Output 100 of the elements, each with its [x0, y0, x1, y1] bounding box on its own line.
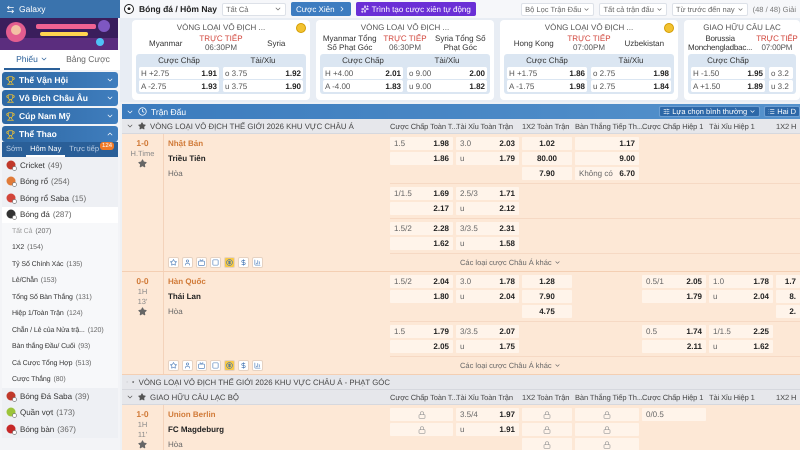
- odds-button[interactable]: 1.79: [642, 290, 706, 303]
- odds-button[interactable]: 2.05: [390, 340, 453, 353]
- odds-button[interactable]: u 9.00 1.82: [407, 80, 487, 92]
- chart-icon[interactable]: [252, 360, 263, 371]
- odds-button[interactable]: 7.90: [522, 167, 572, 180]
- sport-item[interactable]: Bóng Đá Saba (39): [2, 388, 118, 404]
- odds-button[interactable]: 2.17: [390, 202, 453, 215]
- odds-button[interactable]: 3.0 1.78: [456, 275, 519, 288]
- square-icon[interactable]: [210, 360, 221, 371]
- odds-button[interactable]: o 3.75 1.92: [223, 67, 303, 79]
- odds-button[interactable]: 1.62: [390, 237, 453, 250]
- odds-button[interactable]: 2.: [776, 305, 800, 318]
- odds-button[interactable]: 1.5 1.98: [390, 137, 453, 150]
- odds-button[interactable]: u 2.04: [709, 290, 773, 303]
- sport-item[interactable]: Cricket (49): [2, 157, 118, 174]
- odds-button[interactable]: A +1.50 1.89: [691, 80, 765, 92]
- odds-button[interactable]: 4.75: [522, 305, 572, 318]
- sport-item[interactable]: Bóng đá (287): [2, 206, 118, 223]
- sport-item[interactable]: Quần vợt (173): [2, 404, 118, 421]
- lock-icon: [418, 426, 426, 434]
- odds-button[interactable]: u 1.79: [456, 152, 519, 165]
- category-header[interactable]: Cúp Nam Mỹ: [2, 108, 118, 124]
- odds-button[interactable]: u 3.2: [769, 80, 793, 92]
- tv-icon[interactable]: [196, 257, 207, 268]
- team-name: Hàn Quốc: [168, 276, 207, 288]
- odds-button[interactable]: u 1.58: [456, 237, 519, 250]
- odds-button[interactable]: 7.90: [522, 290, 572, 303]
- star-icon[interactable]: [138, 122, 146, 130]
- sport-item[interactable]: Bóng rổ Saba (15): [2, 190, 118, 206]
- odds-button[interactable]: 1.5 1.79: [390, 325, 453, 338]
- odds-button[interactable]: H +2.75 1.91: [139, 67, 219, 79]
- odds-button[interactable]: A -2.75 1.93: [139, 80, 219, 92]
- sidebar-tab[interactable]: Bảng Cược: [60, 50, 116, 70]
- odds-button[interactable]: 3/3.5 2.31: [456, 222, 519, 235]
- odds-button[interactable]: 3/3.5 2.07: [456, 325, 519, 338]
- trophy-icon: [6, 94, 15, 102]
- odds-button[interactable]: 1.0 1.78: [709, 275, 773, 288]
- odds-button[interactable]: H -1.50 1.95: [691, 67, 765, 79]
- star-icon[interactable]: [138, 440, 147, 449]
- parlay-button[interactable]: Cược Xiên: [290, 2, 351, 16]
- odds-button[interactable]: 1/1.5 2.25: [709, 325, 773, 338]
- category-header[interactable]: Vô Địch Châu Âu: [2, 90, 118, 106]
- odds-button[interactable]: A -1.75 1.98: [507, 80, 587, 92]
- coin-icon[interactable]: [224, 257, 235, 268]
- odds-button[interactable]: 1/1.5 1.69: [390, 187, 453, 200]
- swap-icon[interactable]: [6, 4, 15, 14]
- odds-button[interactable]: 0.5 1.74: [642, 325, 706, 338]
- odds-button[interactable]: 9.00: [575, 152, 639, 165]
- home-team: Myanmar: [148, 38, 184, 48]
- sidebar-tab[interactable]: Phiếu: [4, 50, 60, 70]
- odds-button[interactable]: Không có 6.70: [575, 167, 639, 180]
- square-icon[interactable]: [210, 257, 221, 268]
- sport-item[interactable]: Bóng rổ (254): [2, 174, 118, 190]
- odds-button[interactable]: 1.80: [390, 290, 453, 303]
- coin-icon[interactable]: [224, 360, 235, 371]
- odds-button[interactable]: 2.11: [642, 340, 706, 353]
- odds-button[interactable]: H +4.00 2.01: [323, 67, 403, 79]
- sport-item[interactable]: Bóng bàn (367): [2, 421, 118, 438]
- lock-icon: [603, 426, 611, 434]
- trophy-icon: [6, 76, 15, 84]
- builder-button[interactable]: Trình tạo cược xiên tự động: [356, 2, 476, 16]
- dollar-icon[interactable]: [238, 257, 249, 268]
- odds-button[interactable]: 3.5/4 1.97: [456, 408, 519, 421]
- person-icon[interactable]: [182, 360, 193, 371]
- odds-button[interactable]: 1.7: [776, 275, 800, 288]
- odds-button[interactable]: 1.5/2 2.28: [390, 222, 453, 235]
- lock-icon: [543, 426, 551, 434]
- odds-button[interactable]: u 1.62: [709, 340, 773, 353]
- odds-button[interactable]: H +1.75 1.86: [507, 67, 587, 79]
- odds-button[interactable]: u 2.12: [456, 202, 519, 215]
- dollar-icon[interactable]: [238, 360, 249, 371]
- category-header[interactable]: Thể Thao: [2, 126, 118, 142]
- tv-icon[interactable]: [196, 360, 207, 371]
- odds-button[interactable]: u 2.75 1.84: [591, 80, 671, 92]
- odds-button[interactable]: o 9.00 2.00: [407, 67, 487, 79]
- odds-button[interactable]: 0/0.5: [642, 408, 706, 421]
- odds-button[interactable]: u 1.75: [456, 340, 519, 353]
- odds-button[interactable]: 3.0 2.03: [456, 137, 519, 150]
- odds-button[interactable]: 1.17: [575, 137, 639, 150]
- odds-button[interactable]: 8.: [776, 290, 800, 303]
- odds-button[interactable]: 1.02: [522, 137, 572, 150]
- odds-button[interactable]: o 2.75 1.98: [591, 67, 671, 79]
- odds-button[interactable]: 1.5/2 2.04: [390, 275, 453, 288]
- odds-button[interactable]: 1.28: [522, 275, 572, 288]
- star-icon[interactable]: [138, 159, 147, 168]
- category-header[interactable]: Thế Vận Hội: [2, 72, 118, 88]
- chart-icon[interactable]: [252, 257, 263, 268]
- caret-icon: [583, 6, 590, 12]
- odds-button[interactable]: 0.5/1 2.05: [642, 275, 706, 288]
- person-icon[interactable]: [182, 257, 193, 268]
- odds-button[interactable]: o 3.2: [769, 67, 793, 79]
- odds-button[interactable]: u 3.75 1.90: [223, 80, 303, 92]
- star-icon[interactable]: [138, 307, 147, 316]
- odds-button[interactable]: A -4.00 1.83: [323, 80, 403, 92]
- odds-button[interactable]: 2.5/3 1.71: [456, 187, 519, 200]
- star-icon[interactable]: [138, 393, 146, 401]
- odds-button[interactable]: 1.86: [390, 152, 453, 165]
- odds-button[interactable]: u 1.91: [456, 423, 519, 436]
- odds-button[interactable]: 80.00: [522, 152, 572, 165]
- odds-button[interactable]: u 2.04: [456, 290, 519, 303]
